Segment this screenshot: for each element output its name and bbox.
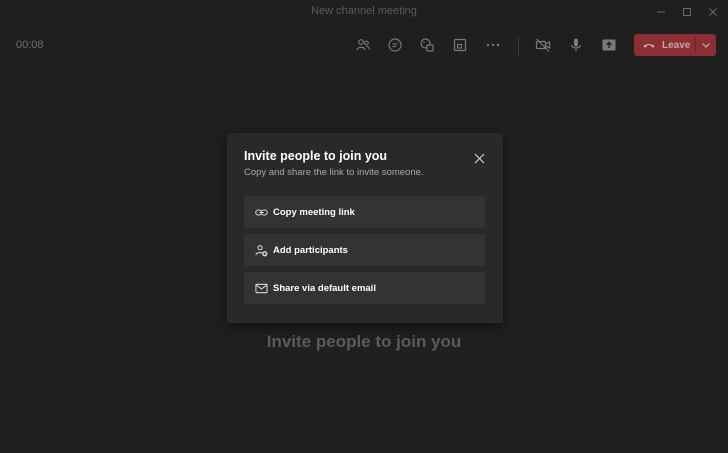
share-via-email-button[interactable]: Share via default email bbox=[244, 272, 485, 304]
chat-icon bbox=[388, 38, 402, 52]
leave-split-divider bbox=[695, 37, 696, 53]
more-icon bbox=[486, 43, 500, 47]
participants-button[interactable] bbox=[352, 34, 374, 56]
dialog-close-button[interactable] bbox=[471, 150, 487, 166]
add-participants-button[interactable]: Add participants bbox=[244, 234, 485, 266]
meeting-controls-bar: 00:08 Leave bbox=[0, 24, 728, 66]
close-icon bbox=[474, 153, 484, 163]
camera-off-icon bbox=[535, 38, 551, 52]
mail-icon bbox=[254, 281, 268, 295]
breakout-rooms-button[interactable] bbox=[449, 34, 471, 56]
hang-up-icon bbox=[643, 44, 655, 48]
maximize-icon[interactable] bbox=[678, 3, 696, 21]
option-label: Share via default email bbox=[273, 282, 376, 294]
leave-button[interactable]: Leave bbox=[634, 34, 716, 56]
camera-toggle[interactable] bbox=[532, 34, 554, 56]
toolbar-divider bbox=[518, 36, 519, 56]
close-icon[interactable] bbox=[704, 3, 722, 21]
option-label: Add participants bbox=[273, 244, 348, 256]
more-actions-button[interactable] bbox=[482, 34, 504, 56]
chevron-down-icon[interactable] bbox=[699, 38, 713, 52]
copy-meeting-link-button[interactable]: Copy meeting link bbox=[244, 196, 485, 228]
window-title: New channel meeting bbox=[311, 5, 417, 17]
option-label: Copy meeting link bbox=[273, 206, 355, 218]
reactions-button[interactable] bbox=[416, 34, 438, 56]
dialog-title: Invite people to join you bbox=[244, 149, 388, 163]
link-icon bbox=[254, 205, 268, 219]
invite-dialog: Invite people to join you Copy and share… bbox=[227, 133, 503, 323]
title-bar: New channel meeting bbox=[0, 0, 728, 24]
participants-icon bbox=[356, 39, 371, 51]
reactions-icon bbox=[420, 38, 434, 52]
breakout-icon bbox=[453, 38, 467, 52]
share-screen-icon bbox=[602, 39, 616, 51]
minimize-icon[interactable] bbox=[652, 3, 670, 21]
meeting-timer: 00:08 bbox=[16, 39, 44, 51]
microphone-toggle[interactable] bbox=[565, 34, 587, 56]
chat-button[interactable] bbox=[384, 34, 406, 56]
leave-label: Leave bbox=[662, 39, 691, 51]
window-controls bbox=[652, 3, 722, 21]
add-person-icon bbox=[254, 243, 268, 257]
share-screen-button[interactable] bbox=[598, 34, 620, 56]
stage-heading: Invite people to join you bbox=[266, 332, 462, 351]
microphone-icon bbox=[571, 38, 581, 52]
dialog-subtitle: Copy and share the link to invite someon… bbox=[244, 167, 424, 178]
